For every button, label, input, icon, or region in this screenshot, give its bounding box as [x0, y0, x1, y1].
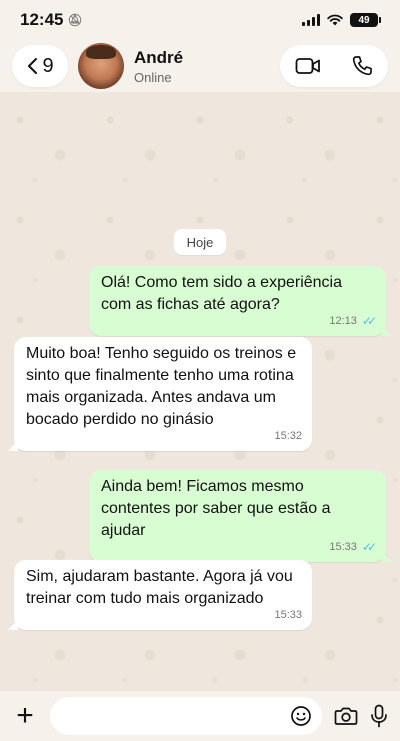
battery-icon: 49	[350, 13, 381, 27]
call-actions	[280, 45, 388, 87]
unread-count: 9	[42, 54, 54, 77]
status-time: 12:45 🔕︎	[20, 10, 83, 30]
sticker-icon[interactable]	[290, 705, 312, 727]
date-separator: Hoje	[174, 229, 226, 255]
clock: 12:45	[20, 10, 64, 29]
back-button[interactable]: 9	[12, 45, 68, 87]
message-bubble-incoming[interactable]: Muito boa! Tenho seguido os treinos e si…	[8, 337, 312, 451]
battery-level: 49	[358, 14, 370, 26]
message-meta: 15:32	[274, 425, 302, 447]
wifi-icon	[327, 14, 343, 26]
microphone-icon	[371, 704, 387, 728]
message-time: 15:33	[274, 609, 302, 621]
contact-status: Online	[134, 69, 172, 85]
back-chevron-icon	[28, 58, 38, 74]
contact-info[interactable]: André Online	[134, 48, 280, 85]
video-call-icon[interactable]	[295, 57, 321, 75]
message-meta: 12:13 ✓✓	[329, 310, 377, 332]
message-time: 15:33	[329, 541, 357, 553]
read-ticks-icon: ✓✓	[361, 314, 377, 328]
message-bubble-outgoing[interactable]: Olá! Como tem sido a experiência com as …	[89, 266, 392, 336]
camera-icon	[334, 707, 358, 725]
chat-header: 9 André Online	[0, 40, 400, 92]
signal-icon	[302, 14, 320, 26]
status-bar: 12:45 🔕︎ 49	[0, 0, 400, 40]
camera-button[interactable]	[334, 706, 358, 726]
message-composer: +	[0, 691, 400, 741]
message-time: 12:13	[329, 315, 357, 327]
message-text: Muito boa! Tenho seguido os treinos e si…	[26, 345, 297, 428]
contact-name: André	[134, 47, 184, 67]
silent-bell-icon: 🔕︎	[67, 13, 83, 27]
message-input-wrapper	[50, 697, 322, 735]
message-input[interactable]	[50, 697, 290, 735]
message-time: 15:32	[274, 430, 302, 442]
message-text: Ainda bem! Ficamos mesmo contentes por s…	[101, 478, 331, 539]
message-meta: 15:33 ✓✓	[329, 536, 377, 558]
message-bubble-outgoing[interactable]: Ainda bem! Ficamos mesmo contentes por s…	[89, 470, 392, 562]
message-bubble-incoming[interactable]: Sim, ajudaram bastante. Agora já vou tre…	[8, 560, 312, 630]
message-text: Sim, ajudaram bastante. Agora já vou tre…	[26, 568, 293, 607]
read-ticks-icon: ✓✓	[361, 540, 377, 554]
plus-icon[interactable]: +	[10, 701, 40, 731]
status-icons: 49	[302, 13, 381, 27]
message-meta: 15:33	[274, 604, 302, 626]
microphone-button[interactable]	[370, 704, 388, 728]
phone-icon[interactable]	[351, 55, 373, 77]
avatar[interactable]	[78, 43, 124, 89]
